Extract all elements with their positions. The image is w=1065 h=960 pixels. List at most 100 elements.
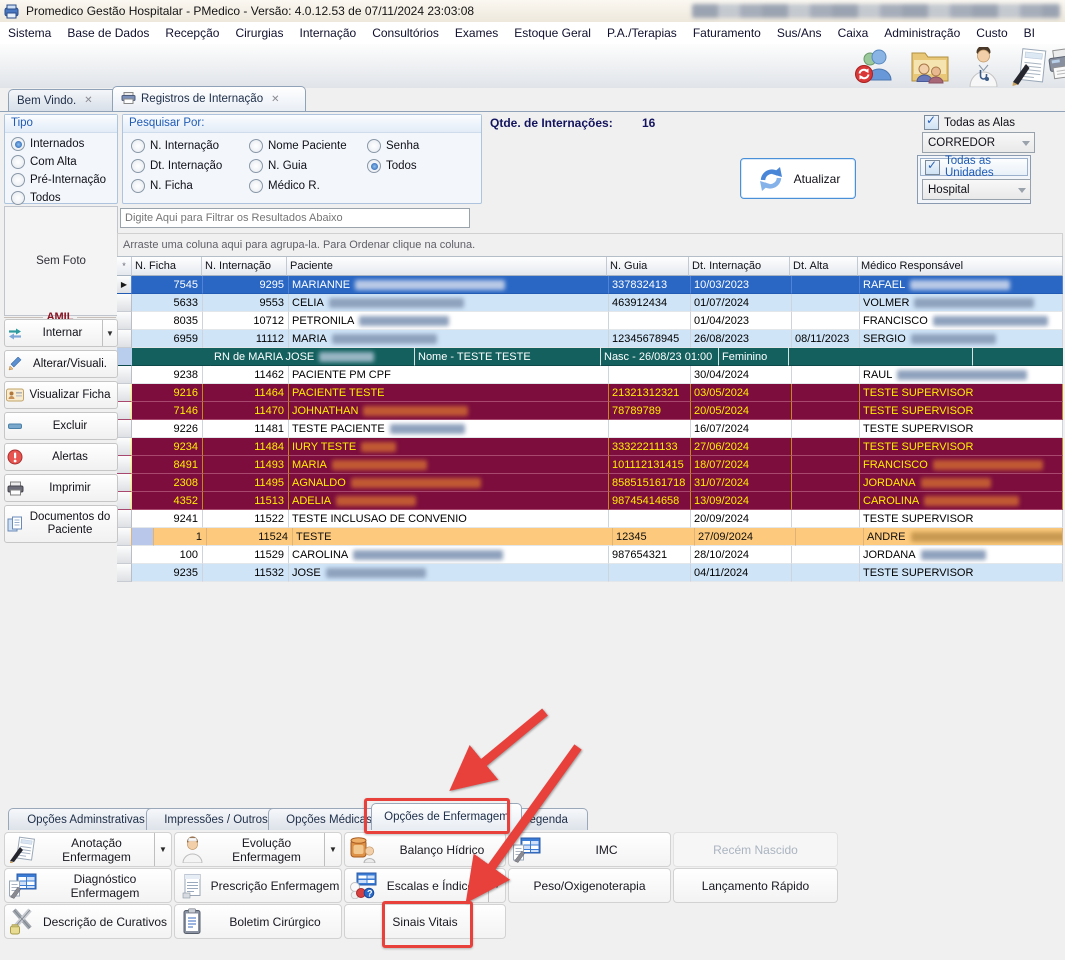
radio-todos[interactable]: Todos (367, 159, 463, 173)
close-icon[interactable]: ✕ (271, 94, 279, 105)
radio-icon[interactable] (249, 179, 263, 193)
menu-item-cirurgias[interactable]: Cirurgias (227, 22, 291, 44)
tab-opcoes-adminstrativas[interactable]: Opções Adminstrativas (8, 808, 164, 830)
row-indicator[interactable] (117, 402, 132, 420)
radio-icon[interactable] (11, 173, 25, 187)
documentos-do-paciente-button[interactable]: Documentos do Paciente (4, 505, 118, 543)
row-indicator[interactable] (117, 420, 132, 438)
table-row[interactable]: 695911112MARIA1234567894526/08/202308/11… (117, 330, 1063, 348)
peso-oxigenoterapia-button[interactable]: Peso/Oxigenoterapia (508, 868, 671, 903)
evolucao-enfermagem-button[interactable]: Evolução Enfermagem▼ (174, 832, 342, 867)
radio-icon[interactable] (11, 155, 25, 169)
column-header-n-internacao[interactable]: N. Internação (202, 257, 287, 276)
close-icon[interactable]: ✕ (84, 95, 92, 106)
menu-item-bi[interactable]: BI (1016, 22, 1043, 44)
table-row[interactable]: 714611470JOHNATHAN7878978920/05/2024TEST… (117, 402, 1063, 420)
menu-item-estoque-geral[interactable]: Estoque Geral (506, 22, 599, 44)
imprimir-button[interactable]: Imprimir (4, 474, 118, 502)
anotacao-enfermagem-button[interactable]: Anotação Enfermagem▼ (4, 832, 172, 867)
menu-item-recepcao[interactable]: Recepção (157, 22, 227, 44)
table-row[interactable]: 924111522TESTE INCLUSAO DE CONVENIO20/09… (117, 510, 1063, 528)
table-row[interactable]: 849111493MARIA10111213141518/07/2024FRAN… (117, 456, 1063, 474)
table-row[interactable]: 921611464PACIENTE TESTE2132131232103/05/… (117, 384, 1063, 402)
menu-item-sistema[interactable]: Sistema (0, 22, 59, 44)
menu-item-administracao[interactable]: Administração (876, 22, 968, 44)
menu-item-exames[interactable]: Exames (447, 22, 506, 44)
unidade-dropdown[interactable]: Hospital (922, 179, 1031, 200)
prescricao-enfermagem-button[interactable]: Prescrição Enfermagem (174, 868, 342, 903)
radio-icon[interactable] (249, 159, 263, 173)
printer-icon[interactable] (1046, 47, 1065, 88)
radio-internados[interactable]: Internados (11, 137, 117, 151)
menu-item-consultorios[interactable]: Consultórios (364, 22, 447, 44)
menu-item-p-a-terapias[interactable]: P.A./Terapias (599, 22, 685, 44)
table-row[interactable]: 922611481TESTE PACIENTE16/07/2024TESTE S… (117, 420, 1063, 438)
radio-senha[interactable]: Senha (367, 139, 463, 153)
tab-opcoes-de-enfermagem[interactable]: Opções de Enfermagem (371, 803, 522, 830)
column-header-paciente[interactable]: Paciente (287, 257, 607, 276)
row-indicator[interactable] (117, 348, 132, 366)
row-indicator[interactable] (117, 438, 132, 456)
row-indicator[interactable] (117, 492, 132, 510)
row-indicator[interactable] (117, 384, 132, 402)
table-row[interactable]: 230811495AGNALDO85851516171831/07/2024JO… (117, 474, 1063, 492)
dropdown-arrow-icon[interactable]: ▼ (488, 869, 505, 902)
balanco-hidrico-button[interactable]: Balanço Hídrico (344, 832, 506, 867)
escalas-e-indices-button[interactable]: ?Escalas e Índices▼ (344, 868, 506, 903)
row-indicator[interactable] (117, 456, 132, 474)
table-row[interactable]: 10011529CAROLINA98765432128/10/2024JORDA… (117, 546, 1063, 564)
internar-button[interactable]: Internar▼ (4, 319, 118, 347)
grid-filter-input[interactable] (120, 208, 470, 228)
radio-todos[interactable]: Todos (11, 191, 117, 205)
column-header-medico-responsavel[interactable]: Médico Responsável (858, 257, 1063, 276)
row-indicator[interactable] (117, 564, 132, 582)
table-row[interactable]: 56339553CELIA46391243401/07/2024VOLMER (117, 294, 1063, 312)
visualizar-ficha-button[interactable]: Visualizar Ficha (4, 381, 118, 409)
descricao-de-curativos-button[interactable]: Descrição de Curativos (4, 904, 172, 939)
table-row[interactable]: 923511532JOSE04/11/2024TESTE SUPERVISOR (117, 564, 1063, 582)
table-row[interactable]: 803510712PETRONILA01/04/2023FRANCISCO (117, 312, 1063, 330)
menu-item-custo[interactable]: Custo (968, 22, 1015, 44)
dropdown-arrow-icon[interactable]: ▼ (154, 833, 171, 866)
radio-nome-paciente[interactable]: Nome Paciente (249, 139, 363, 153)
sinais-vitais-button[interactable]: Sinais Vitais (344, 904, 506, 939)
radio-icon[interactable] (367, 139, 381, 153)
row-indicator[interactable] (117, 474, 132, 492)
menu-item-base-de-dados[interactable]: Base de Dados (59, 22, 157, 44)
document-pen-icon[interactable] (1010, 47, 1050, 90)
row-indicator[interactable] (117, 546, 132, 564)
ala-dropdown[interactable]: CORREDOR (922, 132, 1035, 153)
radio-icon[interactable] (249, 139, 263, 153)
patients-folder-icon[interactable] (908, 47, 952, 88)
row-indicator[interactable]: ▶ (117, 276, 132, 294)
excluir-button[interactable]: Excluir (4, 412, 118, 440)
tab-impressoes-outros[interactable]: Impressões / Outros (146, 808, 286, 830)
radio-medico-r[interactable]: Médico R. (249, 179, 363, 193)
menu-item-internacao[interactable]: Internação (291, 22, 364, 44)
table-row[interactable]: 923811462PACIENTE PM CPF30/04/2024RAUL (117, 366, 1063, 384)
row-indicator[interactable] (117, 330, 132, 348)
radio-pre-internacao[interactable]: Pré-Internação (11, 173, 117, 187)
radio-icon[interactable] (11, 191, 25, 205)
radio-icon[interactable] (131, 179, 145, 193)
radio-icon[interactable] (131, 139, 145, 153)
table-row[interactable]: 111524TESTE1234527/09/2024ANDRE (117, 528, 1063, 546)
todas-as-alas-checkbox[interactable]: Todas as Alas (924, 115, 1015, 130)
column-header-dt-internacao[interactable]: Dt. Internação (689, 257, 790, 276)
table-row[interactable]: ▶75459295MARIANNE33783241310/03/2023RAFA… (117, 276, 1063, 294)
boletim-cirurgico-button[interactable]: Boletim Cirúrgico (174, 904, 342, 939)
radio-icon[interactable] (11, 137, 25, 151)
checkbox-icon[interactable] (924, 115, 939, 130)
column-header-n-ficha[interactable]: N. Ficha (132, 257, 202, 276)
column-header-n-guia[interactable]: N. Guia (607, 257, 689, 276)
checkbox-icon[interactable] (925, 160, 940, 175)
atualizar-button[interactable]: Atualizar (740, 158, 856, 199)
doctor-icon[interactable] (966, 47, 1002, 90)
tab-registros-de-internacao[interactable]: Registros de Internação✕ (112, 86, 306, 111)
row-indicator[interactable] (117, 312, 132, 330)
radio-n-internacao[interactable]: N. Internação (131, 139, 245, 153)
column-header-dt-alta[interactable]: Dt. Alta (790, 257, 858, 276)
diagnostico-enfermagem-button[interactable]: Diagnóstico Enfermagem (4, 868, 172, 903)
user-refresh-icon[interactable] (853, 47, 895, 88)
alertas-button[interactable]: Alertas (4, 443, 118, 471)
